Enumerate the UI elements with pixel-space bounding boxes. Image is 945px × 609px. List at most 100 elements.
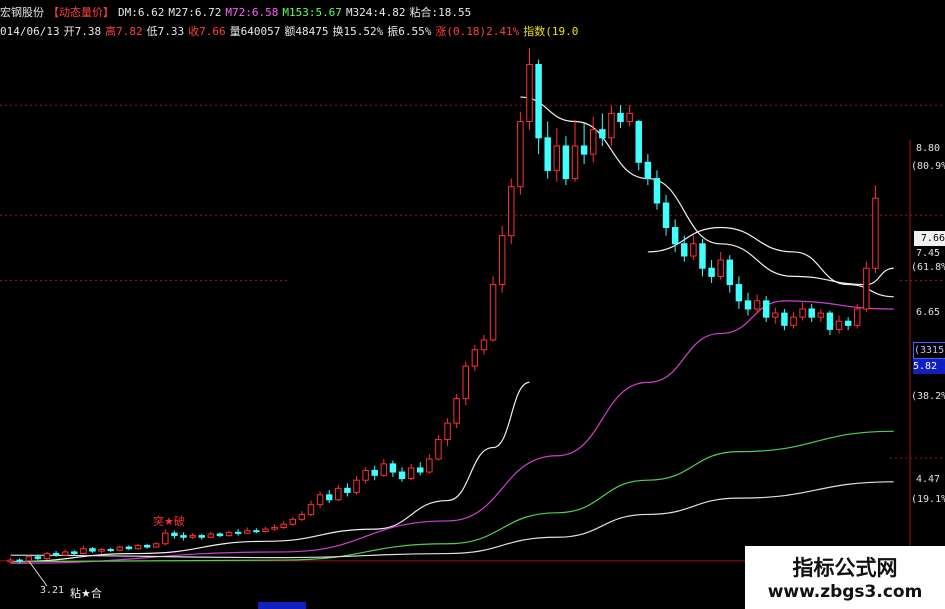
candle-body xyxy=(426,458,433,473)
header-field: 【动态量价】 xyxy=(48,6,114,19)
low-marker-line xyxy=(28,560,48,587)
candle-body xyxy=(553,145,561,171)
header-field: 量640057 xyxy=(229,25,281,38)
candle-body xyxy=(134,544,142,550)
candle-body xyxy=(407,467,415,480)
candle-body xyxy=(644,161,652,180)
candle-body xyxy=(244,530,251,534)
candle-body xyxy=(353,479,360,493)
ma-line-m27 xyxy=(520,96,894,286)
candle-body xyxy=(571,145,579,180)
axis-label-745: 7.45 xyxy=(916,248,941,259)
header-field: 粘合:18.55 xyxy=(409,6,472,19)
candle-body xyxy=(653,178,661,204)
header-field: 宏钢股份 xyxy=(0,6,44,19)
candle-body xyxy=(152,543,160,548)
candle-body xyxy=(735,284,743,302)
candle-body xyxy=(43,553,51,559)
candle-body xyxy=(16,559,23,562)
candle-body xyxy=(690,243,697,257)
candle-body xyxy=(635,121,642,163)
header-field: 014/06/13 xyxy=(0,25,60,38)
candle-body xyxy=(453,398,460,424)
candle-body xyxy=(298,513,306,520)
candle-body xyxy=(772,312,779,318)
indicator-header-row: 宏钢股份 【动态量价】 DM:6.62 M27:6.72 M72:6.58 M153:5.… xyxy=(0,4,475,22)
header-field: M72:6.58 xyxy=(225,6,279,19)
candle-body xyxy=(717,259,724,277)
candle-body xyxy=(116,546,124,551)
candle-body xyxy=(662,202,670,228)
candle-body xyxy=(526,63,533,123)
candle-body xyxy=(708,267,715,277)
candle-body xyxy=(189,535,196,538)
candle-body xyxy=(171,532,178,537)
candle-body xyxy=(271,526,278,530)
last-price-badge: 7.66 xyxy=(914,231,945,246)
candle-body xyxy=(61,551,69,556)
candle-body xyxy=(107,548,114,551)
candle-body xyxy=(180,535,187,538)
candle-body xyxy=(80,548,87,555)
header-field: 收7.66 xyxy=(188,25,226,38)
candle-body xyxy=(335,487,342,501)
candle-body xyxy=(316,494,324,506)
candle-body xyxy=(480,339,488,351)
candle-body xyxy=(854,308,861,326)
breakout-annotation: 突★破 xyxy=(153,515,185,528)
candle-body xyxy=(608,112,615,139)
count-badge: (3315) xyxy=(913,342,945,359)
candle-body xyxy=(344,487,351,493)
candle-body xyxy=(280,523,287,528)
low-price-annotation: 3.21 xyxy=(40,585,65,596)
header-field: DM:6.62 xyxy=(118,6,165,19)
candle-body xyxy=(726,259,734,286)
ohlc-header-row: 014/06/13 开7.38 高7.82 低7.33 收7.66 量640057 额484… xyxy=(0,23,582,41)
candle-body xyxy=(817,312,825,318)
candle-body xyxy=(225,531,233,537)
candle-body xyxy=(380,463,388,476)
header-field: 额48475 xyxy=(284,25,329,38)
candle-body xyxy=(234,531,242,534)
ma-line-dm xyxy=(10,381,530,563)
candle-body xyxy=(34,556,42,559)
watermark-title: 指标公式网 xyxy=(792,556,898,580)
candle-body xyxy=(253,530,260,533)
candle-body xyxy=(262,528,269,533)
candle-body xyxy=(25,556,32,562)
candle-body xyxy=(799,308,806,318)
header-field: 开7.38 xyxy=(63,25,102,38)
watermark-box: 指标公式网 www.zbgs3.com xyxy=(745,546,945,609)
candle-body xyxy=(462,365,469,400)
candle-body xyxy=(389,463,397,473)
header-field: 高7.82 xyxy=(105,25,143,38)
candle-body xyxy=(71,551,78,555)
candle-body xyxy=(289,518,297,525)
candle-body xyxy=(844,320,852,326)
axis-label-745-pct: (61.8%) xyxy=(911,262,945,273)
candle-body xyxy=(7,559,14,563)
candlestick-chart xyxy=(0,48,945,609)
candle-body xyxy=(435,438,442,460)
candle-body xyxy=(371,469,378,476)
candle-body xyxy=(207,533,215,538)
header-field: 振6.55% xyxy=(387,25,432,38)
header-field: 低7.33 xyxy=(146,25,185,38)
candle-body xyxy=(325,494,333,501)
chart-stage: 宏钢股份 【动态量价】 DM:6.62 M27:6.72 M72:6.58 M153:5.… xyxy=(0,0,945,609)
axis-label-447: 4.47 xyxy=(916,474,941,485)
candle-body xyxy=(762,300,770,318)
candle-body xyxy=(626,112,633,123)
candle-body xyxy=(681,243,688,257)
candle-body xyxy=(781,312,788,326)
header-field: M153:5.67 xyxy=(282,6,342,19)
candle-body xyxy=(162,532,169,545)
header-field: M27:6.72 xyxy=(168,6,222,19)
watermark-url: www.zbgs3.com xyxy=(767,582,923,602)
candle-body xyxy=(417,467,424,473)
candle-body xyxy=(471,349,479,367)
candle-body xyxy=(362,469,369,481)
candle-body xyxy=(790,316,797,326)
header-field: M324:4.82 xyxy=(345,6,406,19)
candle-body xyxy=(198,535,205,538)
